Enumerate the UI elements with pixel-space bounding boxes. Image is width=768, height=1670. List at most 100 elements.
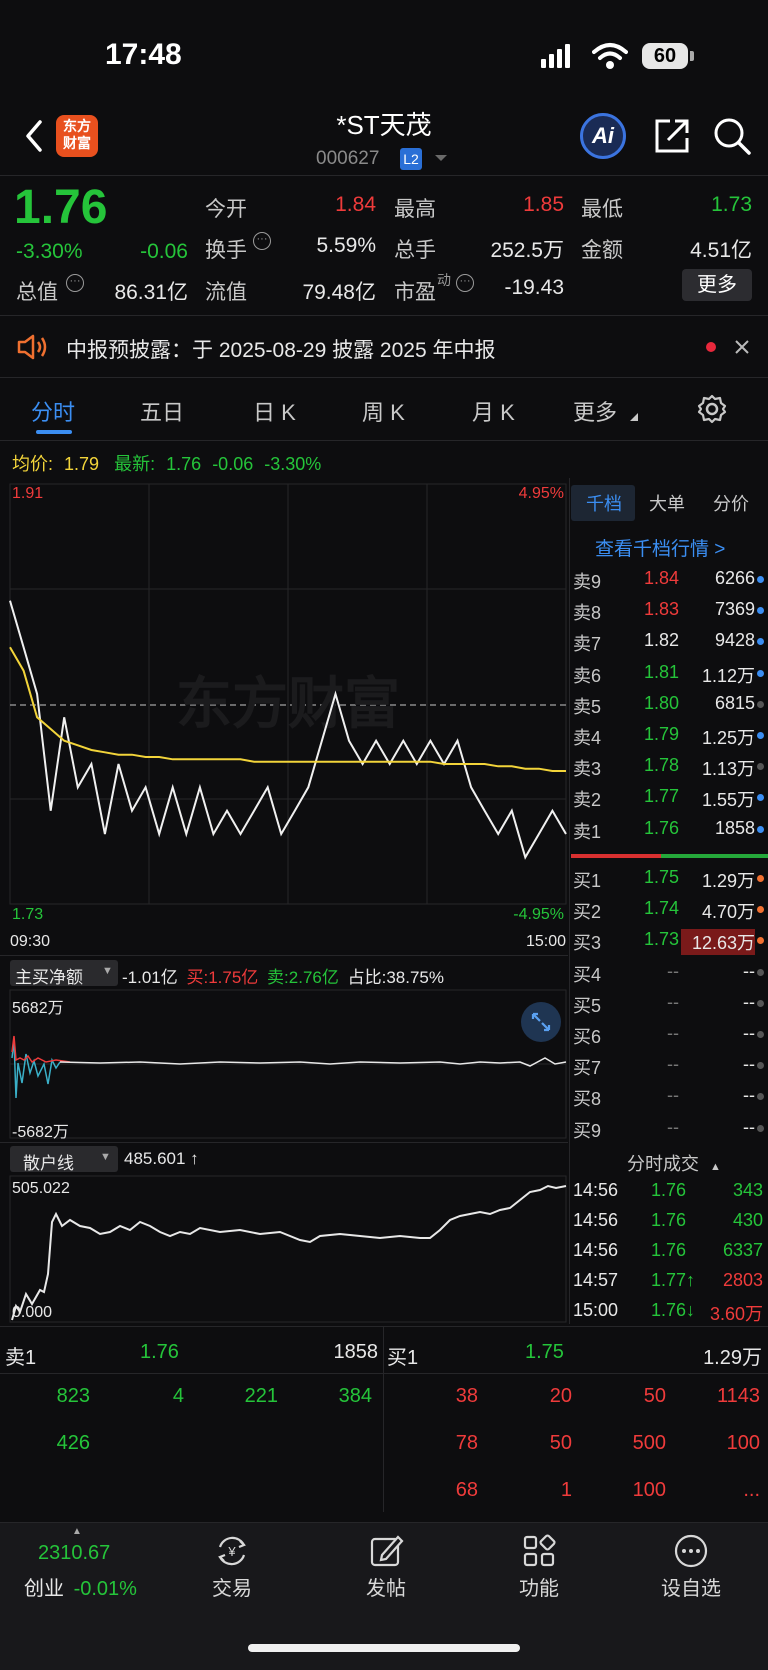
tab-price-volume[interactable]: 分价 — [713, 490, 749, 516]
bid-volume: -- — [743, 1023, 755, 1043]
tab-intraday[interactable]: 分时 — [31, 395, 75, 427]
bid-volume: -- — [743, 960, 755, 981]
turnover-value: 5.59% — [316, 234, 376, 257]
bid-row[interactable]: 买3 1.73 12.63万 — [571, 925, 768, 956]
net-flow-selector[interactable]: 主买净额 ▼ — [10, 960, 118, 987]
net-flow-sell-value: 2.76亿 — [288, 968, 339, 987]
close-icon[interactable] — [733, 338, 751, 356]
turnover-info-icon[interactable]: ··· — [253, 232, 271, 250]
change-amount: -0.06 — [140, 240, 188, 263]
intraday-chart[interactable]: 东方财富 — [0, 478, 570, 928]
sell-queue-item: 4 — [172, 1385, 184, 1407]
tab-five-day[interactable]: 五日 — [140, 395, 184, 427]
bid-row[interactable]: 买9 -- -- — [571, 1113, 768, 1144]
ask-row[interactable]: 卖1 1.76 1858 — [571, 814, 768, 845]
market-cap-info-icon[interactable]: ··· — [66, 274, 84, 292]
ticks-header[interactable]: 分时成交 ▲ — [627, 1150, 721, 1176]
share-icon[interactable] — [652, 116, 692, 156]
ask-row[interactable]: 卖3 1.78 1.13万 — [571, 751, 768, 782]
amount-label: 金额 — [581, 239, 623, 262]
ask-row[interactable]: 卖6 1.81 1.12万 — [571, 658, 768, 689]
bid-row[interactable]: 买2 1.74 4.70万 — [571, 894, 768, 925]
retail-line-chart — [9, 1175, 567, 1323]
open-label: 今开 — [205, 198, 247, 221]
bid-row[interactable]: 买8 -- -- — [571, 1081, 768, 1112]
index-value[interactable]: 2310.67 — [38, 1542, 110, 1565]
ask-row[interactable]: 卖5 1.80 6815 — [571, 689, 768, 720]
ask-row[interactable]: 卖8 1.83 7369 — [571, 595, 768, 626]
bottom-buy-price: 1.75 — [525, 1341, 564, 1363]
more-quote-button[interactable]: 更多 — [682, 269, 752, 301]
bid-marker-dot — [757, 968, 764, 976]
high-value: 1.85 — [523, 193, 564, 216]
tick-time: 14:56 — [573, 1240, 619, 1260]
net-flow-value: -1.01亿 — [122, 968, 178, 987]
float-cap-label: 流值 — [205, 281, 247, 304]
ask-row[interactable]: 卖4 1.79 1.25万 — [571, 720, 768, 751]
bid-row[interactable]: 买6 -- -- — [571, 1019, 768, 1050]
trade-icon[interactable]: ¥ — [214, 1533, 250, 1569]
bottom-book-sep — [0, 1373, 768, 1374]
pe-label: 市盈 — [394, 281, 436, 304]
bottom-buy-label: 买1 — [387, 1347, 419, 1369]
bid-marker-dot — [757, 999, 764, 1007]
add-watchlist-icon[interactable] — [673, 1533, 709, 1569]
ask-level-label: 卖9 — [573, 572, 602, 592]
tab-order-book[interactable]: 千档 — [586, 490, 622, 516]
retail-line-label: 散户线 — [23, 1154, 74, 1173]
tab-more[interactable]: 更多 — [573, 395, 617, 427]
tab-monthly-k[interactable]: 月 K — [472, 395, 515, 427]
bid-level-label: 买3 — [573, 933, 602, 954]
pe-info-icon[interactable]: ··· — [456, 274, 474, 292]
bid-marker-dot — [757, 1062, 764, 1070]
tab-weekly-k[interactable]: 周 K — [362, 395, 405, 427]
tick-volume: 430 — [732, 1210, 763, 1230]
retail-line-selector[interactable]: 散户线 ▼ — [10, 1146, 118, 1173]
volume-value: 252.5万 — [490, 239, 564, 262]
stock-name[interactable]: *ST天茂 — [284, 105, 484, 142]
notice-text[interactable]: 中报预披露：于 2025-08-29 披露 2025 年中报 — [66, 334, 495, 364]
ask-marker-dot — [757, 825, 764, 833]
notice-unread-dot — [706, 342, 716, 352]
amount-value: 4.51亿 — [690, 239, 752, 262]
battery-indicator: 60 — [642, 43, 688, 69]
order-book-link[interactable]: 查看千档行情 > — [595, 534, 725, 561]
time-end-label: 15:00 — [525, 933, 566, 950]
bid-marker-dot — [757, 875, 764, 882]
buy-queue-item: 1 — [560, 1479, 572, 1501]
post-icon[interactable] — [368, 1533, 404, 1569]
tab-daily-k[interactable]: 日 K — [253, 395, 296, 427]
ask-row[interactable]: 卖9 1.84 6266 — [571, 564, 768, 595]
bid-row[interactable]: 买1 1.75 1.29万 — [571, 863, 768, 894]
bid-marker-dot — [757, 1124, 764, 1132]
nav-post-label[interactable]: 发帖 — [366, 1572, 406, 1601]
bid-row[interactable]: 买5 -- -- — [571, 988, 768, 1019]
nav-watchlist-label[interactable]: 设自选 — [661, 1572, 721, 1601]
net-flow-dropdown-icon: ▼ — [102, 965, 113, 977]
functions-icon[interactable] — [521, 1533, 557, 1569]
bid-row[interactable]: 买4 -- -- — [571, 957, 768, 988]
search-icon[interactable] — [712, 116, 752, 156]
right-panel-divider — [569, 478, 570, 1324]
ask-row[interactable]: 卖7 1.82 9428 — [571, 626, 768, 657]
stock-switch-dropdown-icon[interactable] — [434, 153, 448, 163]
ask-volume: 9428 — [714, 630, 755, 651]
ai-assistant-button[interactable]: Ai — [580, 113, 626, 159]
nav-functions-label[interactable]: 功能 — [519, 1572, 559, 1601]
sell-queue-item: 823 — [56, 1385, 90, 1407]
nav-trade-label[interactable]: 交易 — [212, 1572, 252, 1601]
ask-row[interactable]: 卖2 1.77 1.55万 — [571, 782, 768, 813]
tab-large-orders[interactable]: 大单 — [649, 490, 685, 516]
index-row[interactable]: 创业 -0.01% — [24, 1572, 137, 1601]
latest-change: -0.06 — [212, 454, 254, 474]
expand-chart-button[interactable] — [521, 1002, 561, 1042]
settings-gear-icon[interactable] — [697, 394, 727, 424]
bid-row[interactable]: 买7 -- -- — [571, 1050, 768, 1081]
back-icon[interactable] — [22, 118, 46, 154]
bottom-book-divider — [383, 1327, 384, 1512]
bid-level-label: 买6 — [573, 1027, 602, 1047]
net-flow-label: 主买净额 — [15, 968, 83, 987]
ask-marker-dot — [757, 700, 764, 708]
retail-line-value: 485.601 ↑ — [124, 1149, 199, 1168]
latest-pct: -3.30% — [264, 454, 322, 474]
